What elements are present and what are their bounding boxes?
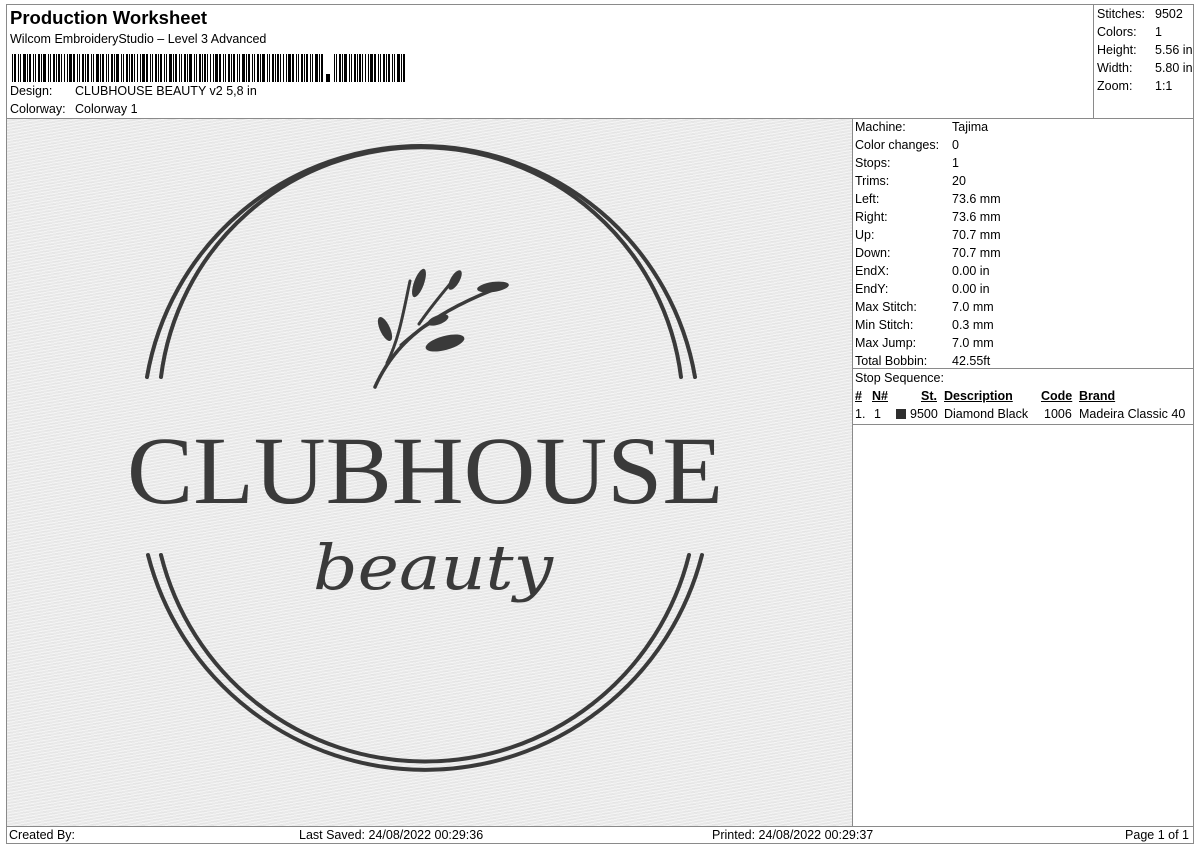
row-brand: Madeira Classic 40 (1079, 407, 1186, 421)
stop-sequence-header: # N# St. Description Code Brand (853, 389, 1193, 405)
row-description: Diamond Black (944, 407, 1029, 421)
col-needle: N# (872, 389, 888, 403)
created-by: Created By: (9, 828, 76, 842)
software-name: Wilcom EmbroideryStudio – Level 3 Advanc… (10, 32, 267, 46)
worksheet-header: Production Worksheet Wilcom EmbroiderySt… (6, 4, 1194, 119)
machine-info-label: Right: (855, 210, 888, 224)
worksheet-footer: Created By: Last Saved: 24/08/2022 00:29… (6, 826, 1194, 844)
machine-info-value: 7.0 mm (952, 336, 994, 350)
col-stitches: St. (921, 389, 937, 403)
machine-info-label: Max Jump: (855, 336, 917, 350)
color-swatch (896, 409, 906, 419)
table-row: 1. 1 9500 Diamond Black 1006 Madeira Cla… (853, 407, 1193, 423)
machine-info-label: Total Bobbin: (855, 354, 928, 368)
machine-info-value: 0.00 in (952, 264, 990, 278)
row-stitches: 9500 (910, 407, 938, 421)
machine-info-value: 7.0 mm (952, 300, 994, 314)
divider (853, 424, 1193, 425)
main-text: CLUBHOUSE (127, 417, 723, 524)
machine-info-panel: Machine: Tajima Color changes: 0 Stops: 1 Trim… (852, 118, 1194, 827)
machine-info-label: Up: (855, 228, 875, 242)
colorway-label: Colorway: (10, 102, 66, 116)
machine-info-label: Min Stitch: (855, 318, 914, 332)
printed-date: Printed: 24/08/2022 00:29:37 (712, 828, 874, 842)
divider (853, 368, 1193, 369)
machine-info-value: 0.3 mm (952, 318, 994, 332)
machine-info-value: Tajima (952, 120, 989, 134)
page-number: Page 1 of 1 (1125, 828, 1189, 842)
design-value: CLUBHOUSE BEAUTY v2 5,8 in (75, 84, 257, 98)
top-outer-arc (145, 144, 697, 379)
machine-info-label: Max Stitch: (855, 300, 917, 314)
script-text: beauty (313, 531, 554, 604)
row-code: 1006 (1044, 407, 1072, 421)
machine-info-label: EndY: (855, 282, 889, 296)
stop-sequence-label: Stop Sequence: (855, 371, 944, 385)
machine-info-value: 70.7 mm (952, 228, 1001, 242)
col-brand: Brand (1079, 389, 1116, 403)
machine-info-value: 42.55ft (952, 354, 991, 368)
machine-info-value: 70.7 mm (952, 246, 1001, 260)
machine-info-value: 20 (952, 174, 966, 188)
machine-info-label: Down: (855, 246, 891, 260)
design-preview: CLUBHOUSE beauty (6, 118, 853, 827)
machine-info-value: 0.00 in (952, 282, 990, 296)
machine-info-value: 73.6 mm (952, 192, 1001, 206)
machine-info-label: Left: (855, 192, 880, 206)
machine-info-label: Machine: (855, 120, 906, 134)
barcode (12, 54, 405, 82)
design-label: Design: (10, 84, 53, 98)
col-description: Description (944, 389, 1013, 403)
machine-info-label: Color changes: (855, 138, 940, 152)
last-saved: Last Saved: 24/08/2022 00:29:36 (299, 828, 484, 842)
col-code: Code (1041, 389, 1073, 403)
col-num: # (855, 389, 862, 403)
machine-info-value: 73.6 mm (952, 210, 1001, 224)
machine-info-label: EndX: (855, 264, 890, 278)
row-needle: 1 (874, 407, 881, 421)
page-title: Production Worksheet (10, 7, 208, 28)
top-inner-arc (159, 145, 683, 379)
machine-info-label: Stops: (855, 156, 891, 170)
design-stats: Stitches: 9502 Colors: 1 Height: 5.56 in Wi… (1093, 5, 1195, 118)
machine-info-label: Trims: (855, 174, 890, 188)
embroidery-design: CLUBHOUSE beauty (127, 144, 723, 772)
machine-info-value: 0 (952, 138, 959, 152)
row-num: 1. (855, 407, 866, 421)
colorway-value: Colorway 1 (75, 102, 138, 116)
machine-info-value: 1 (952, 156, 959, 170)
